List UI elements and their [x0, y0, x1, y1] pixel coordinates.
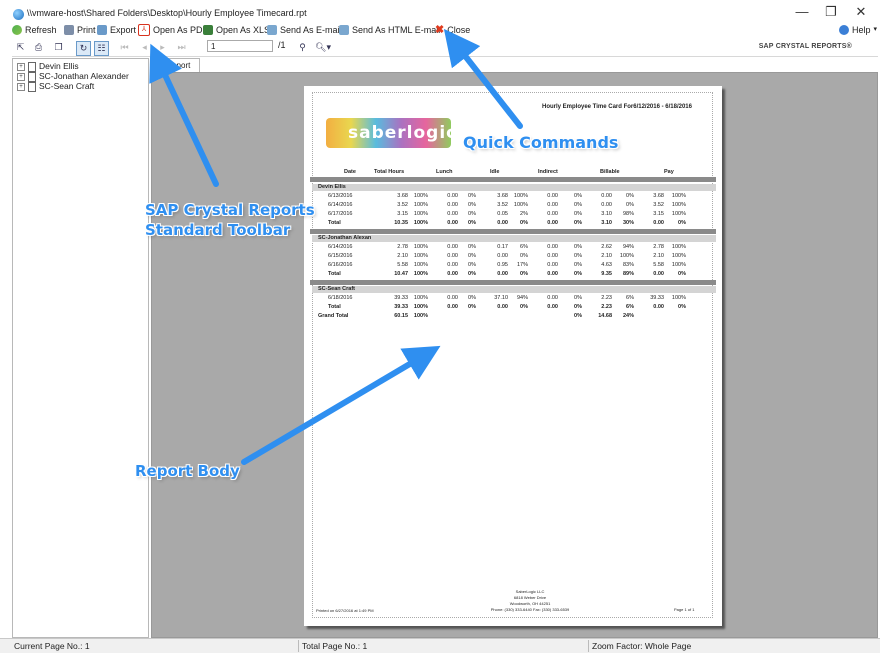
status-zoom: Zoom Factor: Whole Page	[592, 641, 692, 651]
callout-toolbar-line2: Standard Toolbar	[145, 221, 291, 239]
callout-quick-commands: Quick Commands	[463, 133, 619, 152]
arrow-to-report-body	[241, 345, 441, 465]
arrow-to-quick-commands	[443, 28, 523, 129]
callout-toolbar-line1: SAP Crystal Reports	[145, 201, 315, 219]
callout-report-body: Report Body	[135, 462, 240, 480]
status-total-pages: Total Page No.: 1	[302, 641, 368, 651]
arrow-to-toolbar	[149, 43, 219, 187]
status-divider	[298, 640, 299, 652]
status-bar: Current Page No.: 1 Total Page No.: 1 Zo…	[0, 638, 880, 653]
status-current-page: Current Page No.: 1	[14, 641, 90, 651]
status-divider	[588, 640, 589, 652]
callout-arrows	[149, 28, 523, 465]
